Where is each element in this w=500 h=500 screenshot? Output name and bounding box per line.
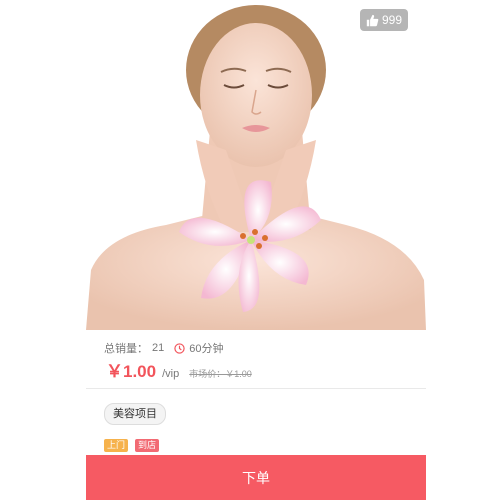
sales-label: 总销量： — [104, 343, 148, 355]
service-tags: 上门 到店 — [104, 439, 160, 452]
product-info: 总销量： 21 60分钟 ￥1.00 /vip 市场价：￥1.00 — [86, 330, 426, 389]
like-count: 999 — [381, 13, 402, 27]
clock-icon — [174, 342, 185, 354]
market-price: 市场价：￥1.00 — [189, 369, 252, 379]
product-image: 999 — [86, 0, 426, 330]
sales-row: 总销量： 21 60分钟 — [104, 340, 224, 356]
service-duration: 60分钟 — [189, 343, 224, 355]
beauty-photo-illustration — [86, 5, 426, 330]
project-tag[interactable]: 美容项目 — [104, 403, 166, 425]
product-card: 999 总销量： 21 60分钟 ￥1.00 /vip 市场价：￥1.00 美容… — [86, 0, 426, 500]
service-tag-home-visit: 上门 — [104, 439, 129, 452]
price: ￥1.00 — [106, 362, 157, 381]
price-unit: /vip — [162, 368, 180, 380]
order-button[interactable]: 下单 — [86, 455, 426, 500]
price-row: ￥1.00 /vip 市场价：￥1.00 — [106, 357, 252, 382]
sales-count: 21 — [152, 342, 165, 354]
thumbs-up-icon — [366, 14, 379, 26]
like-badge[interactable]: 999 — [359, 9, 408, 31]
service-tag-in-store: 到店 — [135, 439, 160, 452]
